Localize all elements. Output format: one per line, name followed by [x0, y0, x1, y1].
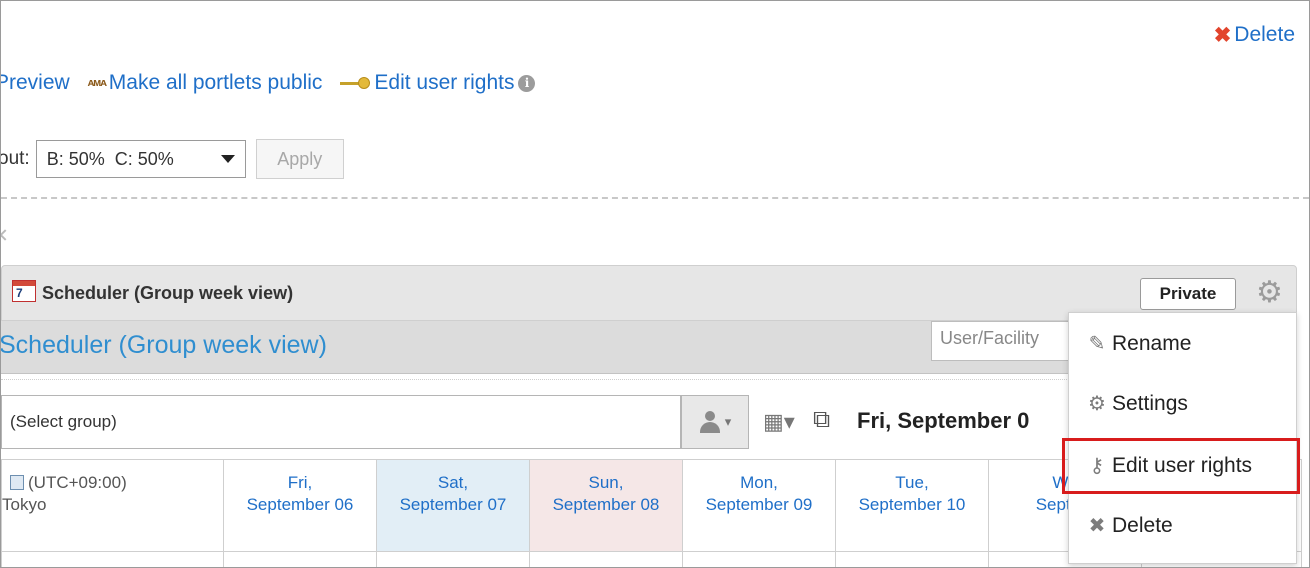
gear-icon: ⚙: [1088, 393, 1106, 415]
close-icon: ✖: [1088, 515, 1106, 537]
timezone-icon: [10, 475, 24, 490]
private-button[interactable]: Private: [1140, 278, 1236, 310]
key-icon: [340, 76, 372, 90]
portlet-title: Scheduler (Group week view): [42, 283, 294, 303]
gear-icon[interactable]: ⚙: [1256, 278, 1283, 308]
preview-label: Preview: [0, 71, 70, 94]
calendar-cell[interactable]: [529, 551, 683, 567]
layout-select[interactable]: B: 50% C: 50%: [35, 140, 246, 178]
day-header-cell[interactable]: Fri, September 06: [223, 459, 377, 552]
user-facility-search-input[interactable]: User/Facility: [931, 321, 1081, 361]
menu-item-rename[interactable]: ✎ Rename: [1085, 331, 1192, 356]
calendar-icon: 7: [12, 280, 36, 302]
delete-link[interactable]: ✖ Delete: [1214, 23, 1295, 47]
make-public-label: Make all portlets public: [108, 71, 323, 94]
timezone-cell: (UTC+09:00) Tokyo: [1, 459, 224, 552]
people-icon: ᴀᴍᴀ: [87, 77, 107, 89]
make-public-link[interactable]: ᴀᴍᴀ Make all portlets public: [88, 71, 323, 95]
facility-icon[interactable]: ▦▾: [763, 409, 795, 435]
day-header-cell[interactable]: Sun, September 08: [529, 459, 683, 552]
menu-item-settings[interactable]: ⚙ Settings: [1085, 391, 1188, 416]
day-header-cell[interactable]: Tue, September 10: [835, 459, 989, 552]
menu-item-delete[interactable]: ✖ Delete: [1085, 513, 1173, 538]
info-icon[interactable]: i: [518, 74, 536, 92]
date-title: Fri, September 0: [857, 408, 1030, 433]
apply-button[interactable]: Apply: [255, 139, 344, 179]
calendar-cell[interactable]: [376, 551, 530, 567]
portal-actions: Preview ᴀᴍᴀ Make all portlets public Edi…: [0, 67, 536, 99]
portlet-options-menu: ✎ Rename ⚙ Settings ⚷ Edit user rights ✖…: [1068, 312, 1297, 564]
calendar-cell[interactable]: [835, 551, 989, 567]
edit-rights-label: Edit user rights: [374, 71, 515, 94]
calendar-cell: [1, 551, 224, 567]
group-select-value: (Select group): [10, 412, 117, 431]
layout-row: out: B: 50% C: 50% Apply: [1, 139, 344, 179]
person-icon: [699, 411, 721, 433]
day-header-cell[interactable]: Sat, September 07: [376, 459, 530, 552]
chevron-down-icon: [220, 155, 235, 163]
calendar-cell[interactable]: [682, 551, 836, 567]
calendar-cell[interactable]: [223, 551, 377, 567]
app-frame: ✖ Delete Preview ᴀᴍᴀ Make all portlets p…: [0, 0, 1310, 568]
chevron-down-icon: ▾: [724, 414, 732, 429]
popup-window-icon[interactable]: ⧉: [813, 406, 830, 434]
edit-rights-link[interactable]: Edit user rights: [340, 71, 514, 95]
user-select-button[interactable]: ▾: [681, 395, 749, 449]
delete-x-icon: ✖: [1213, 23, 1232, 47]
delete-label: Delete: [1234, 23, 1295, 46]
group-select[interactable]: (Select group): [1, 395, 681, 449]
preview-link[interactable]: Preview: [0, 71, 70, 95]
divider: [1, 197, 1309, 199]
scheduler-title-link[interactable]: Scheduler (Group week view): [1, 331, 327, 360]
layout-label: out:: [0, 148, 30, 169]
day-header-cell[interactable]: Mon, September 09: [682, 459, 836, 552]
caret-icon: [1, 229, 11, 241]
key-icon: ⚷: [1089, 455, 1105, 477]
layout-selected-value: B: 50% C: 50%: [46, 148, 174, 169]
pencil-icon: ✎: [1088, 333, 1106, 355]
menu-item-edit-user-rights[interactable]: ⚷ Edit user rights: [1085, 453, 1252, 478]
